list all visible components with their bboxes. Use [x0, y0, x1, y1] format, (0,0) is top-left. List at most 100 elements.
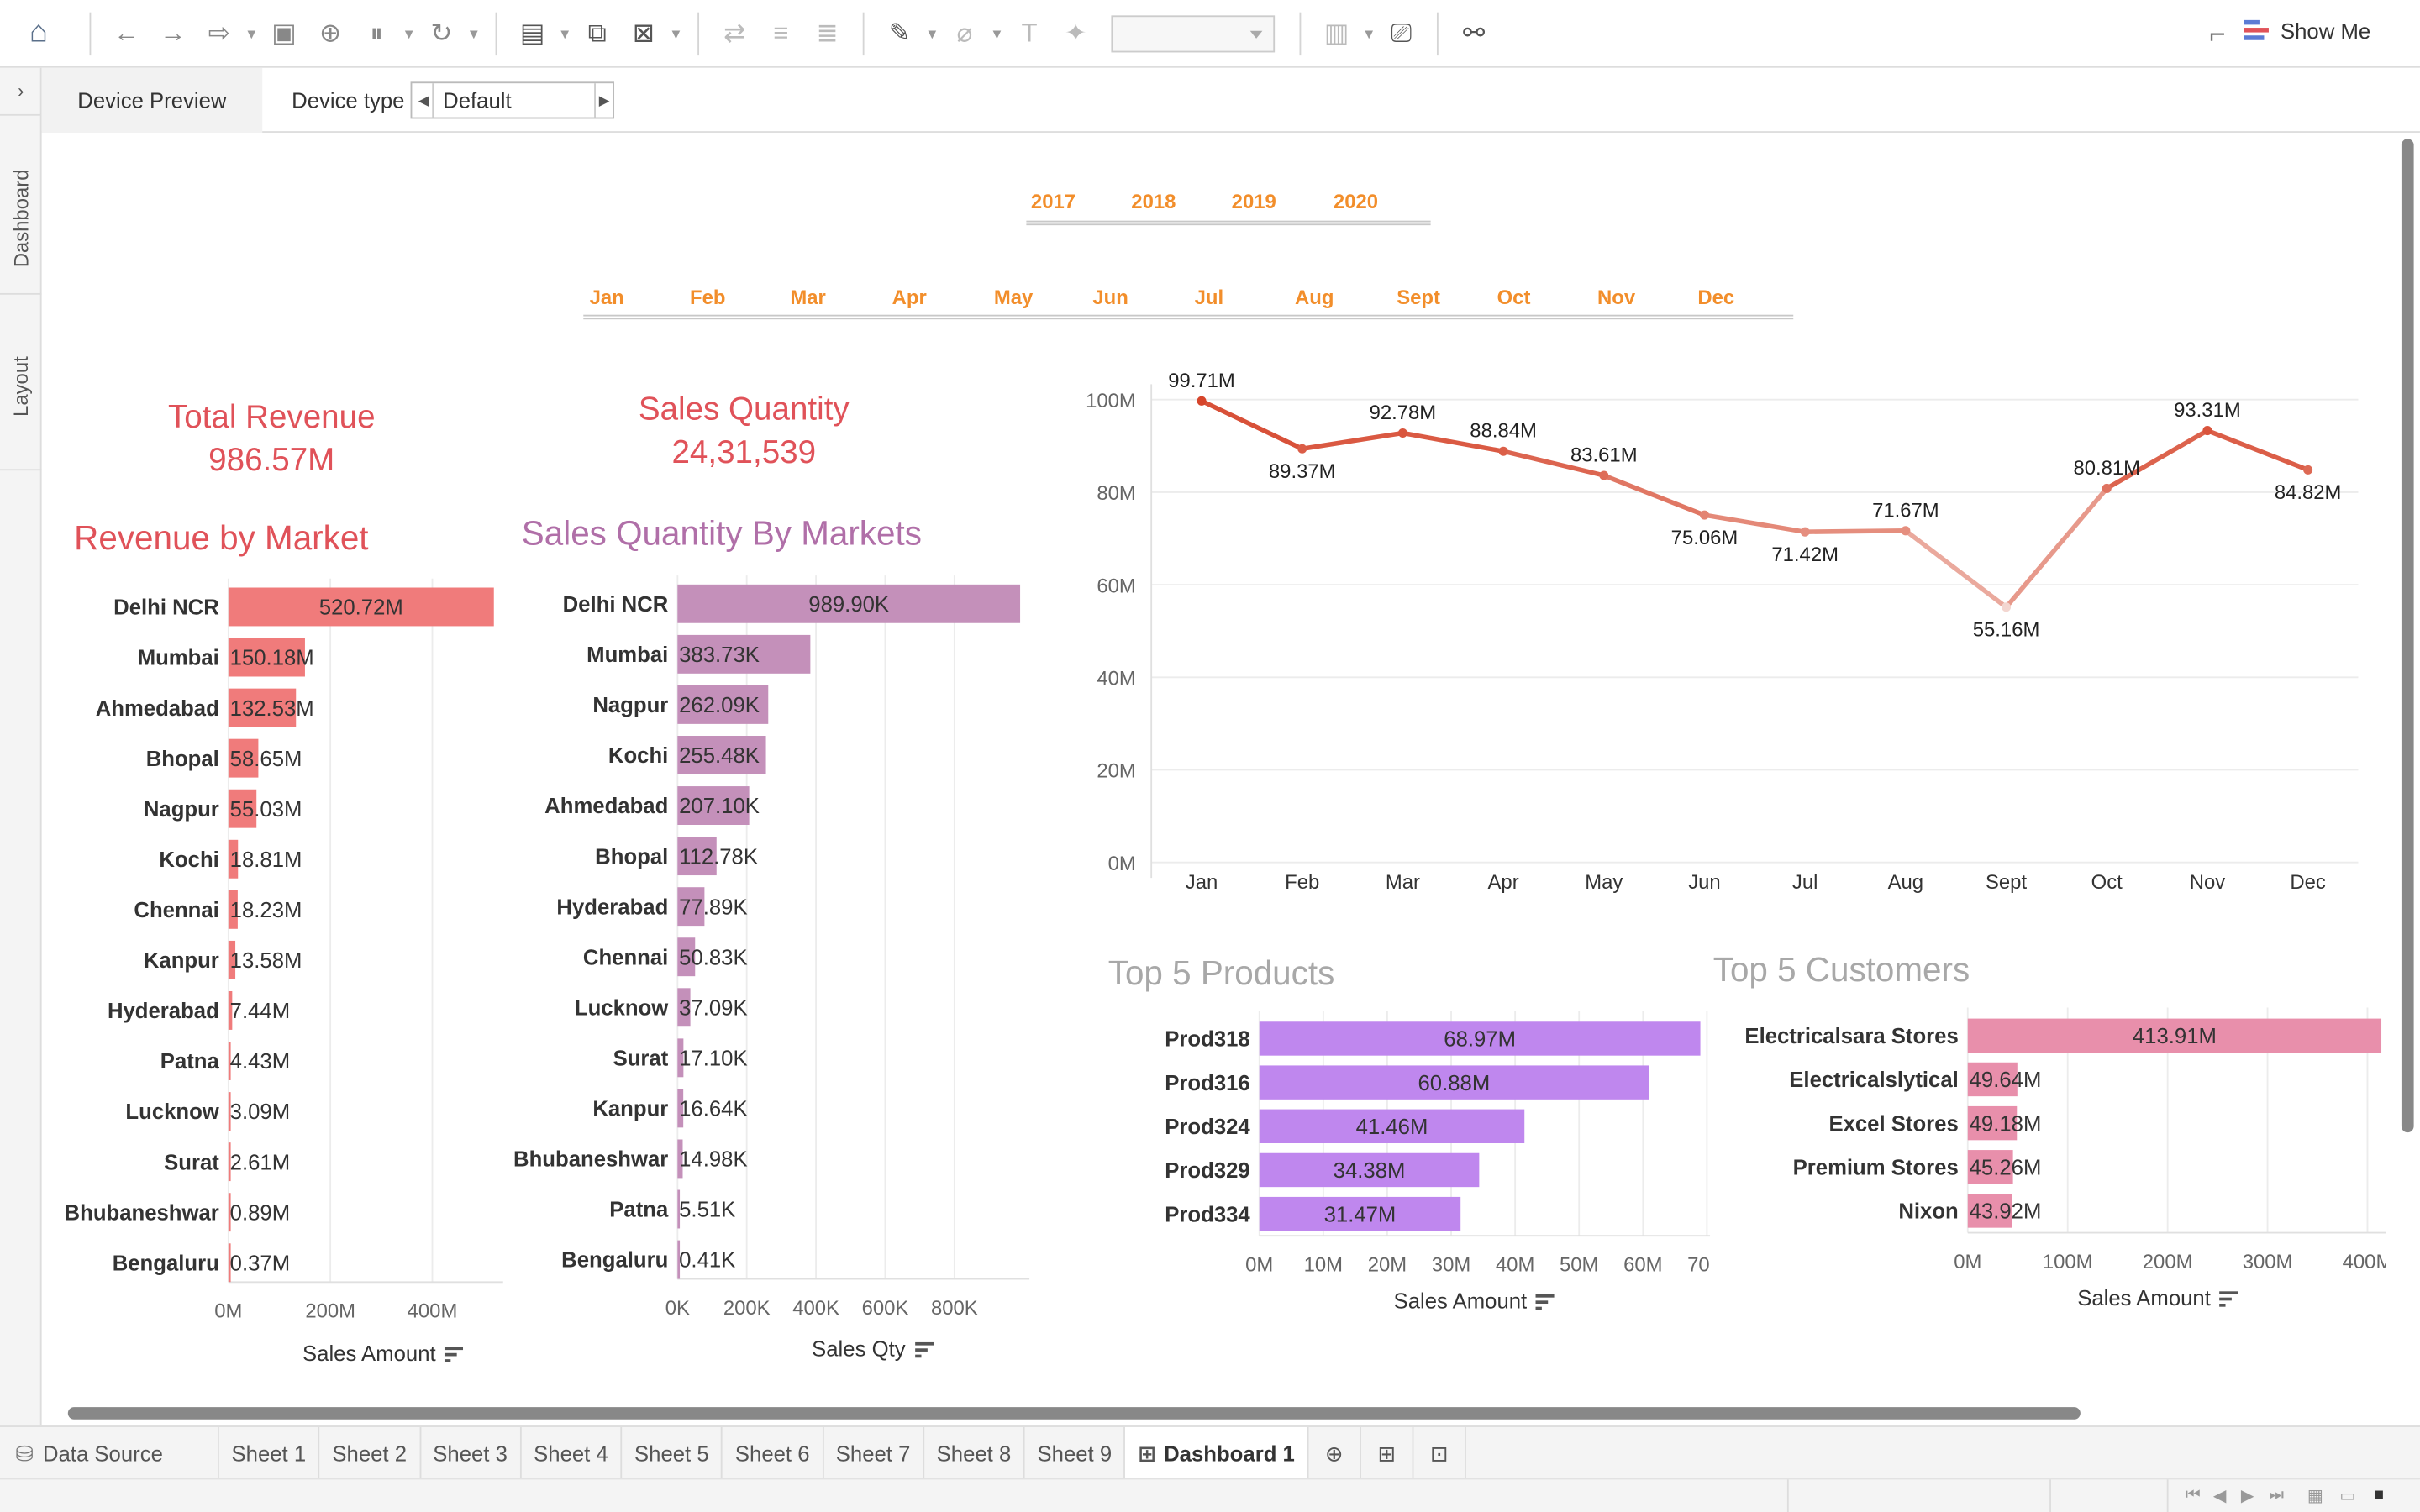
sort-icon[interactable] [914, 1342, 934, 1358]
new-story-tab-icon[interactable]: ⊡ [1413, 1426, 1466, 1480]
year-filter-item-2019[interactable]: 2019 [1232, 190, 1276, 213]
show-cards-icon[interactable]: ▥ [1313, 0, 1360, 67]
month-filter-item-jun[interactable]: Jun [1092, 286, 1128, 309]
data-point[interactable] [2303, 465, 2313, 475]
month-filter-item-jul[interactable]: Jul [1195, 286, 1224, 309]
year-filter-item-2017[interactable]: 2017 [1031, 190, 1076, 213]
device-preview-button[interactable]: Device Preview [41, 67, 263, 133]
tab-dashboard[interactable]: Dashboard [0, 133, 42, 302]
expand-panel-icon[interactable]: › [0, 74, 42, 108]
replay-dropdown-icon[interactable]: ▼ [242, 0, 260, 67]
month-filter-item-aug[interactable]: Aug [1295, 286, 1334, 309]
data-point[interactable] [2102, 483, 2112, 493]
month-filter-item-jan[interactable]: Jan [590, 286, 624, 309]
pause-updates-icon[interactable]: ⏸ [354, 0, 400, 67]
horizontal-scrollbar[interactable] [67, 1407, 2081, 1420]
year-filter-item-2020[interactable]: 2020 [1334, 190, 1378, 213]
tab-sheet-9[interactable]: Sheet 9 [1025, 1426, 1126, 1480]
data-point[interactable] [1599, 470, 1609, 480]
data-label: 18.81M [230, 848, 302, 872]
month-filter-item-apr[interactable]: Apr [892, 286, 927, 309]
home-icon[interactable]: ⌂ [0, 0, 77, 67]
highlight-dropdown-icon[interactable]: ▼ [923, 0, 941, 67]
replay-icon[interactable]: ⇨ [196, 0, 242, 67]
data-label: 55.03M [230, 798, 302, 822]
show-me-button[interactable]: Show Me [2243, 18, 2370, 43]
new-worksheet-tab-icon[interactable]: ⊕ [1308, 1426, 1361, 1480]
group-dropdown-icon[interactable]: ▼ [987, 0, 1006, 67]
share-icon[interactable]: ⚯ [1450, 0, 1497, 67]
first-page-icon[interactable]: ⏮ [2186, 1486, 2201, 1506]
tab-sheet-6[interactable]: Sheet 6 [723, 1426, 824, 1480]
save-icon[interactable]: ▣ [260, 0, 307, 67]
refresh-dropdown-icon[interactable]: ▼ [465, 0, 483, 67]
new-dashboard-tab-icon[interactable]: ⊞ [1361, 1426, 1414, 1480]
last-page-icon[interactable]: ⏭ [2269, 1486, 2284, 1506]
previous-arrow-icon[interactable]: ◀ [415, 83, 434, 118]
category-label: Nagpur [144, 798, 219, 822]
pin-axes-icon[interactable]: ✦ [1053, 0, 1099, 67]
y-tick-label: 60M [1097, 575, 1135, 597]
next-arrow-icon[interactable]: ▶ [594, 83, 613, 118]
sort-icon[interactable] [2219, 1291, 2238, 1308]
data-point[interactable] [1297, 444, 1307, 454]
highlight-icon[interactable]: ✎ [876, 0, 923, 67]
grid-view-icon[interactable]: ▦ [2307, 1486, 2323, 1506]
data-point[interactable] [1197, 396, 1207, 406]
tab-layout[interactable]: Layout [0, 302, 42, 469]
tab-sheet-1[interactable]: Sheet 1 [219, 1426, 320, 1480]
fit-combo[interactable] [1111, 14, 1276, 52]
x-tick-label: Oct [2091, 871, 2123, 894]
format-painter-icon[interactable]: ⌐ [2209, 18, 2225, 51]
month-filter-item-dec[interactable]: Dec [1697, 286, 1734, 309]
sort-icon[interactable] [1536, 1294, 1555, 1310]
data-source-tab[interactable]: ⛁ Data Source [0, 1426, 219, 1480]
filmstrip-view-icon[interactable]: ▭ [2339, 1486, 2355, 1506]
show-labels-icon[interactable]: T [1007, 0, 1053, 67]
new-datasource-icon[interactable]: ⊕ [308, 0, 354, 67]
new-worksheet-dropdown-icon[interactable]: ▼ [555, 0, 574, 67]
next-page-icon[interactable]: ▶ [2241, 1486, 2254, 1506]
new-worksheet-icon[interactable]: ▤ [509, 0, 555, 67]
presentation-mode-icon[interactable]: ⎚ [1378, 0, 1424, 67]
group-icon[interactable]: ⌀ [941, 0, 987, 67]
duplicate-sheet-icon[interactable]: ⧉ [574, 0, 620, 67]
month-filter-item-sept[interactable]: Sept [1397, 286, 1440, 309]
undo-icon[interactable]: ← [103, 0, 150, 67]
data-point[interactable] [2202, 426, 2212, 436]
data-point[interactable] [1800, 527, 1810, 537]
data-point[interactable] [2002, 602, 2012, 612]
tab-view-icon[interactable]: ■ [2374, 1486, 2384, 1504]
tab-sheet-8[interactable]: Sheet 8 [924, 1426, 1025, 1480]
show-cards-dropdown-icon[interactable]: ▼ [1360, 0, 1378, 67]
category-label: Bengaluru [113, 1252, 219, 1275]
tab-sheet-2[interactable]: Sheet 2 [320, 1426, 421, 1480]
month-filter-item-may[interactable]: May [994, 286, 1033, 309]
month-filter-item-nov[interactable]: Nov [1597, 286, 1635, 309]
tab-sheet-7[interactable]: Sheet 7 [823, 1426, 924, 1480]
refresh-icon[interactable]: ↻ [418, 0, 465, 67]
month-filter-item-mar[interactable]: Mar [790, 286, 825, 309]
vertical-scrollbar[interactable] [2401, 139, 2414, 1133]
device-type-select[interactable]: ◀ Default ▶ [410, 81, 615, 119]
data-point[interactable] [1397, 428, 1407, 438]
sort-descending-icon[interactable]: ≣ [804, 0, 850, 67]
tab-sheet-5[interactable]: Sheet 5 [622, 1426, 723, 1480]
clear-sheet-dropdown-icon[interactable]: ▼ [666, 0, 685, 67]
month-filter-item-oct[interactable]: Oct [1497, 286, 1531, 309]
sort-ascending-icon[interactable]: ≡ [758, 0, 804, 67]
pause-dropdown-icon[interactable]: ▼ [400, 0, 418, 67]
data-point[interactable] [1498, 446, 1508, 456]
previous-page-icon[interactable]: ◀ [2213, 1486, 2227, 1506]
tab-dashboard-1[interactable]: ⊞ Dashboard 1 [1125, 1426, 1309, 1480]
swap-rows-columns-icon[interactable]: ⇄ [712, 0, 758, 67]
data-point[interactable] [1901, 526, 1911, 536]
tab-sheet-3[interactable]: Sheet 3 [421, 1426, 522, 1480]
sort-icon[interactable] [445, 1347, 464, 1363]
year-filter-item-2018[interactable]: 2018 [1131, 190, 1176, 213]
clear-sheet-icon[interactable]: ⊠ [620, 0, 666, 67]
tab-sheet-4[interactable]: Sheet 4 [521, 1426, 623, 1480]
redo-icon[interactable]: → [150, 0, 196, 67]
month-filter-item-feb[interactable]: Feb [690, 286, 725, 309]
data-point[interactable] [1699, 510, 1709, 520]
